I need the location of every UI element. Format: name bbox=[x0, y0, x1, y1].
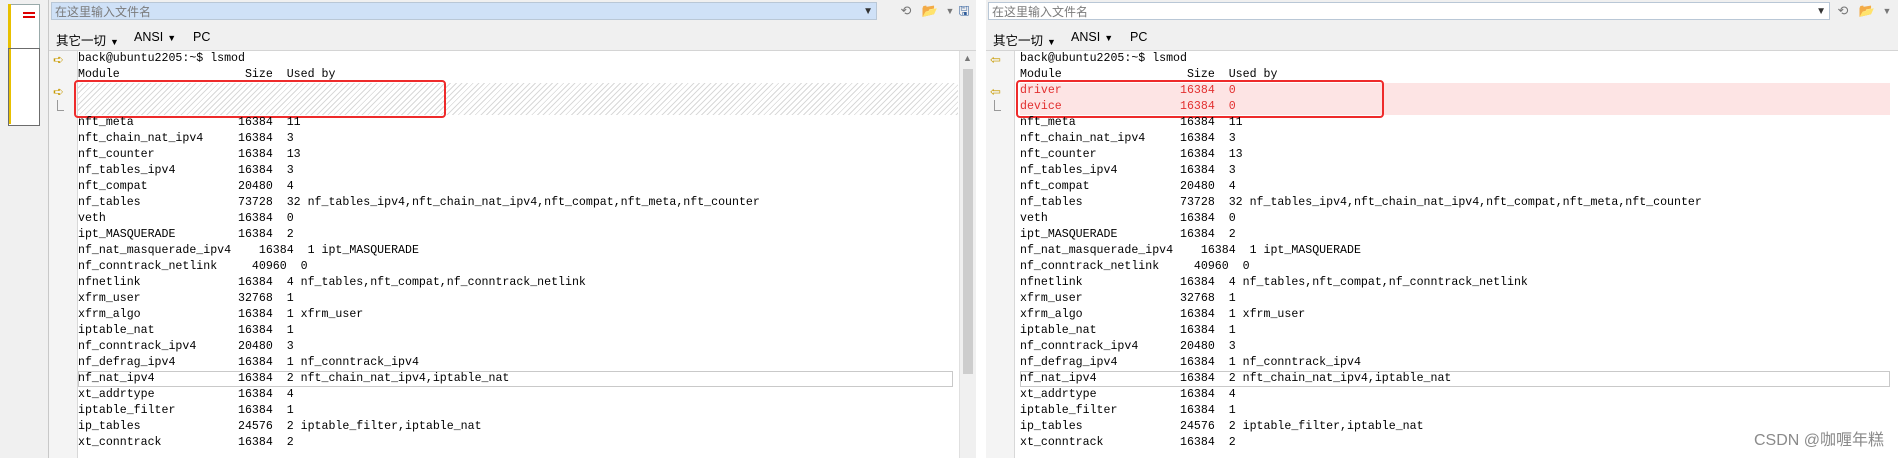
text-line: iptable_filter 16384 1 bbox=[1020, 404, 1236, 417]
chevron-down-icon[interactable]: ▼ bbox=[1878, 3, 1896, 19]
right-path-placeholder: 在这里输入文件名 bbox=[992, 5, 1089, 19]
chevron-down-icon: ▼ bbox=[110, 37, 119, 47]
text-line: xt_addrtype 16384 4 bbox=[1020, 388, 1236, 401]
left-path-toolbar: 在这里输入文件名 ▼ ⟲ 📂 ▼ 🖫 bbox=[49, 0, 976, 24]
scroll-up-icon[interactable]: ▲ bbox=[963, 53, 972, 63]
text-line: xfrm_user 32768 1 bbox=[1020, 292, 1236, 305]
text-line: nf_nat_ipv4 16384 2 nft_chain_nat_ipv4,i… bbox=[78, 372, 510, 385]
overview-added-mark bbox=[23, 16, 35, 18]
text-line: xfrm_algo 16384 1 xfrm_user bbox=[78, 308, 364, 321]
right-encoding-dropdown[interactable]: ANSI ▼ bbox=[1071, 30, 1113, 44]
text-line: nft_compat 20480 4 bbox=[1020, 180, 1236, 193]
left-pane: 在这里输入文件名 ▼ ⟲ 📂 ▼ 🖫 其它一切 ▼ ANSI ▼ PC ➪ ➪ ba… bbox=[49, 0, 976, 458]
text-line: nf_tables 73728 32 nf_tables_ipv4,nft_ch… bbox=[78, 196, 760, 209]
left-format-toolbar: 其它一切 ▼ ANSI ▼ PC bbox=[49, 24, 976, 51]
prompt-line: back@ubuntu2205:~$ lsmod bbox=[1020, 52, 1187, 65]
text-line: ipt_MASQUERADE 16384 2 bbox=[1020, 228, 1236, 241]
folder-open-icon[interactable]: 📂 bbox=[921, 3, 939, 19]
text-line: nf_nat_ipv4 16384 2 nft_chain_nat_ipv4,i… bbox=[1020, 372, 1452, 385]
text-line: veth 16384 0 bbox=[78, 212, 294, 225]
left-encoding-dropdown[interactable]: ANSI ▼ bbox=[134, 30, 176, 44]
text-line: iptable_nat 16384 1 bbox=[78, 324, 294, 337]
left-filter-dropdown[interactable]: 其它一切 ▼ bbox=[56, 30, 119, 49]
text-line: nft_meta 16384 11 bbox=[1020, 116, 1243, 129]
text-line: nft_meta 16384 11 bbox=[78, 116, 301, 129]
diff-overview-strip[interactable] bbox=[0, 0, 49, 458]
filter-label: 其它一切 bbox=[993, 34, 1044, 48]
text-line: nf_conntrack_ipv4 20480 3 bbox=[1020, 340, 1236, 353]
text-line: nf_nat_masquerade_ipv4 16384 1 ipt_MASQU… bbox=[78, 244, 419, 257]
text-line: nft_counter 16384 13 bbox=[1020, 148, 1243, 161]
left-path-input[interactable]: 在这里输入文件名 ▼ bbox=[51, 2, 877, 20]
right-gutter: ⇦ ⇦ bbox=[986, 51, 1015, 458]
text-line: nf_tables_ipv4 16384 3 bbox=[1020, 164, 1236, 177]
overview-added-mark bbox=[23, 12, 35, 14]
text-line: nf_nat_masquerade_ipv4 16384 1 ipt_MASQU… bbox=[1020, 244, 1361, 257]
text-line: nf_defrag_ipv4 16384 1 nf_conntrack_ipv4 bbox=[78, 356, 419, 369]
encoding-label: ANSI bbox=[1071, 30, 1101, 44]
text-line: nft_compat 20480 4 bbox=[78, 180, 294, 193]
text-line: nf_conntrack_netlink 40960 0 bbox=[78, 260, 308, 273]
left-scrollbar-thumb[interactable] bbox=[963, 69, 973, 374]
change-bracket bbox=[994, 100, 1001, 111]
text-line: nf_conntrack_netlink 40960 0 bbox=[1020, 260, 1250, 273]
history-icon[interactable]: ⟲ bbox=[1834, 3, 1852, 19]
text-line: iptable_filter 16384 1 bbox=[78, 404, 294, 417]
text-line: iptable_nat 16384 1 bbox=[1020, 324, 1236, 337]
text-line: ipt_MASQUERADE 16384 2 bbox=[78, 228, 294, 241]
filter-label: 其它一切 bbox=[56, 34, 107, 48]
yellow-arrow-icon[interactable]: ⇦ bbox=[990, 53, 1008, 66]
text-line: nft_chain_nat_ipv4 16384 3 bbox=[78, 132, 294, 145]
text-line: xfrm_user 32768 1 bbox=[78, 292, 294, 305]
history-icon[interactable]: ⟲ bbox=[897, 3, 915, 19]
right-text-content[interactable]: back@ubuntu2205:~$ lsmod Module Size Use… bbox=[1016, 51, 1890, 458]
yellow-arrow-icon[interactable]: ➪ bbox=[53, 85, 71, 98]
save-icon[interactable]: 🖫 bbox=[955, 3, 973, 19]
left-path-placeholder: 在这里输入文件名 bbox=[55, 5, 152, 19]
text-line: ip_tables 24576 2 iptable_filter,iptable… bbox=[1020, 420, 1424, 433]
overview-viewport[interactable] bbox=[8, 48, 40, 126]
text-line: nfnetlink 16384 4 nf_tables,nft_compat,n… bbox=[78, 276, 586, 289]
left-lineending-label[interactable]: PC bbox=[193, 30, 210, 44]
right-lineending-label[interactable]: PC bbox=[1130, 30, 1147, 44]
change-bracket bbox=[57, 100, 64, 111]
highlight-box bbox=[1016, 80, 1384, 118]
watermark: CSDN @咖喱年糕 bbox=[1753, 432, 1884, 449]
right-filter-dropdown[interactable]: 其它一切 ▼ bbox=[993, 30, 1056, 49]
yellow-arrow-icon[interactable]: ⇦ bbox=[990, 85, 1008, 98]
text-line: nft_chain_nat_ipv4 16384 3 bbox=[1020, 132, 1236, 145]
right-path-input[interactable]: 在这里输入文件名 ▼ bbox=[988, 2, 1830, 20]
yellow-arrow-icon[interactable]: ➪ bbox=[53, 53, 71, 66]
text-line: veth 16384 0 bbox=[1020, 212, 1236, 225]
chevron-down-icon[interactable]: ▼ bbox=[1816, 3, 1826, 21]
text-line: ip_tables 24576 2 iptable_filter,iptable… bbox=[78, 420, 482, 433]
left-text-content[interactable]: back@ubuntu2205:~$ lsmod Module Size Use… bbox=[74, 51, 958, 458]
text-line: xfrm_algo 16384 1 xfrm_user bbox=[1020, 308, 1306, 321]
right-path-toolbar: 在这里输入文件名 ▼ ⟲ 📂 ▼ bbox=[986, 0, 1898, 24]
text-line: xt_conntrack 16384 2 bbox=[1020, 436, 1236, 449]
prompt-line: back@ubuntu2205:~$ lsmod bbox=[78, 52, 245, 65]
right-format-toolbar: 其它一切 ▼ ANSI ▼ PC bbox=[986, 24, 1898, 51]
highlight-box bbox=[74, 80, 446, 118]
text-line: nfnetlink 16384 4 nf_tables,nft_compat,n… bbox=[1020, 276, 1528, 289]
text-line: xt_addrtype 16384 4 bbox=[78, 388, 294, 401]
chevron-down-icon: ▼ bbox=[1047, 37, 1056, 47]
text-line: nf_conntrack_ipv4 20480 3 bbox=[78, 340, 294, 353]
text-line: nf_tables 73728 32 nf_tables_ipv4,nft_ch… bbox=[1020, 196, 1702, 209]
right-pane: 在这里输入文件名 ▼ ⟲ 📂 ▼ 其它一切 ▼ ANSI ▼ PC ⇦ ⇦ back… bbox=[986, 0, 1898, 458]
chevron-down-icon: ▼ bbox=[1104, 33, 1114, 43]
text-line: nft_counter 16384 13 bbox=[78, 148, 301, 161]
chevron-down-icon[interactable]: ▼ bbox=[863, 3, 873, 21]
left-vertical-scrollbar[interactable]: ▲ bbox=[959, 51, 976, 458]
text-line: nf_tables_ipv4 16384 3 bbox=[78, 164, 294, 177]
chevron-down-icon: ▼ bbox=[167, 33, 177, 43]
encoding-label: ANSI bbox=[134, 30, 164, 44]
folder-open-icon[interactable]: 📂 bbox=[1858, 3, 1876, 19]
text-line: nf_defrag_ipv4 16384 1 nf_conntrack_ipv4 bbox=[1020, 356, 1361, 369]
text-line: xt_conntrack 16384 2 bbox=[78, 436, 294, 449]
